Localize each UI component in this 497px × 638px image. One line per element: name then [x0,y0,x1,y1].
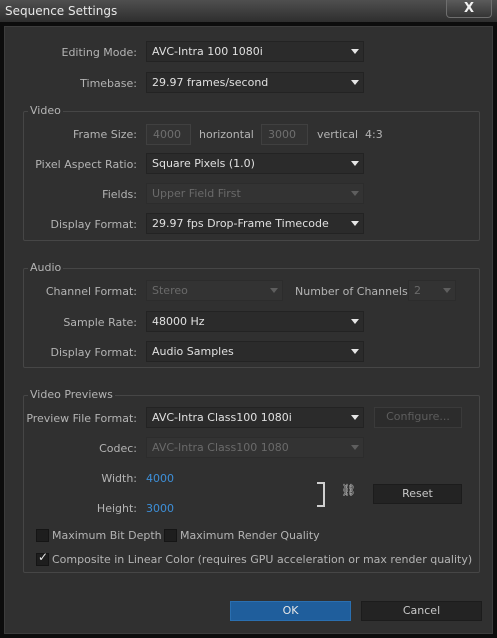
max-bit-depth-checkbox[interactable] [36,529,49,542]
codec-dropdown: AVC-Intra Class100 1080 [146,437,364,458]
chevron-down-icon [351,445,359,450]
configure-button: Configure... [374,407,462,428]
chevron-down-icon [351,319,359,324]
codec-label: Codec: [99,442,137,455]
audio-display-format-dropdown[interactable]: Audio Samples [146,341,364,362]
chevron-down-icon [351,221,359,226]
close-icon: X [463,1,475,16]
timebase-dropdown[interactable]: 29.97 frames/second [146,72,364,93]
fields-label: Fields: [102,188,137,201]
editing-mode-value: AVC-Intra 100 1080i [152,45,263,58]
preview-format-value: AVC-Intra Class100 1080i [152,411,292,424]
audio-section-title: Audio [28,261,64,274]
fields-dropdown: Upper Field First [146,183,364,204]
num-channels-label: Number of Channels: [295,285,412,298]
ok-button[interactable]: OK [230,601,351,621]
check-icon: ✓ [38,550,49,564]
preview-format-label: Preview File Format: [26,412,137,425]
max-bit-depth-label: Maximum Bit Depth [52,529,162,542]
sample-rate-dropdown[interactable]: 48000 Hz [146,311,364,332]
chevron-down-icon [270,288,278,293]
channel-format-label: Channel Format: [45,285,137,298]
sample-rate-label: Sample Rate: [63,316,137,329]
frame-width-value: 4000 [153,128,181,141]
video-display-format-label: Display Format: [50,218,137,231]
frame-height-field[interactable]: 3000 [261,124,308,145]
chevron-down-icon [351,349,359,354]
link-chain-icon[interactable]: ⛓ [341,483,356,497]
vertical-label: vertical [317,128,359,141]
video-previews-section-title: Video Previews [28,388,115,401]
composite-linear-label: Composite in Linear Color (requires GPU … [52,553,473,566]
title-bar: Sequence Settings X [0,0,497,22]
video-section-title: Video [28,104,63,117]
channel-format-value: Stereo [152,284,188,297]
composite-linear-checkbox[interactable]: ✓ [36,550,49,566]
dialog-body: Editing Mode: AVC-Intra 100 1080i Timeba… [4,26,493,634]
width-label: Width: [101,472,137,485]
max-render-quality-label: Maximum Render Quality [180,529,320,542]
preview-format-dropdown[interactable]: AVC-Intra Class100 1080i [146,407,364,428]
video-display-format-dropdown[interactable]: 29.97 fps Drop-Frame Timecode [146,213,364,234]
num-channels-value: 2 [414,284,421,297]
cancel-button[interactable]: Cancel [361,601,482,621]
chevron-down-icon [351,415,359,420]
frame-size-label: Frame Size: [72,128,137,141]
height-label: Height: [96,502,137,515]
link-bracket [317,482,325,507]
window-title: Sequence Settings [5,4,118,18]
chevron-down-icon [351,49,359,54]
frame-height-value: 3000 [268,128,296,141]
frame-width-field[interactable]: 4000 [146,124,191,145]
chevron-down-icon [351,80,359,85]
pixel-aspect-dropdown[interactable]: Square Pixels (1.0) [146,153,364,174]
chevron-down-icon [351,161,359,166]
video-display-format-value: 29.97 fps Drop-Frame Timecode [152,217,329,230]
sample-rate-value: 48000 Hz [152,315,205,328]
pixel-aspect-value: Square Pixels (1.0) [152,157,255,170]
timebase-value: 29.97 frames/second [152,76,269,89]
width-value[interactable]: 4000 [146,472,174,485]
max-render-quality-checkbox[interactable] [164,529,177,542]
pixel-aspect-label: Pixel Aspect Ratio: [35,158,137,171]
codec-value: AVC-Intra Class100 1080 [152,441,289,454]
editing-mode-label: Editing Mode: [61,46,138,59]
fields-value: Upper Field First [152,187,241,200]
chevron-down-icon [351,191,359,196]
audio-display-format-label: Display Format: [50,346,137,359]
audio-display-format-value: Audio Samples [152,345,234,358]
editing-mode-dropdown[interactable]: AVC-Intra 100 1080i [146,41,364,62]
aspect-ratio-text: 4:3 [365,128,383,141]
horizontal-label: horizontal [199,128,254,141]
chevron-down-icon [443,288,451,293]
num-channels-dropdown: 2 [408,280,456,301]
close-button[interactable]: X [446,0,492,18]
channel-format-dropdown: Stereo [146,280,283,301]
reset-button[interactable]: Reset [373,484,462,504]
timebase-label: Timebase: [80,77,137,90]
height-value[interactable]: 3000 [146,502,174,515]
